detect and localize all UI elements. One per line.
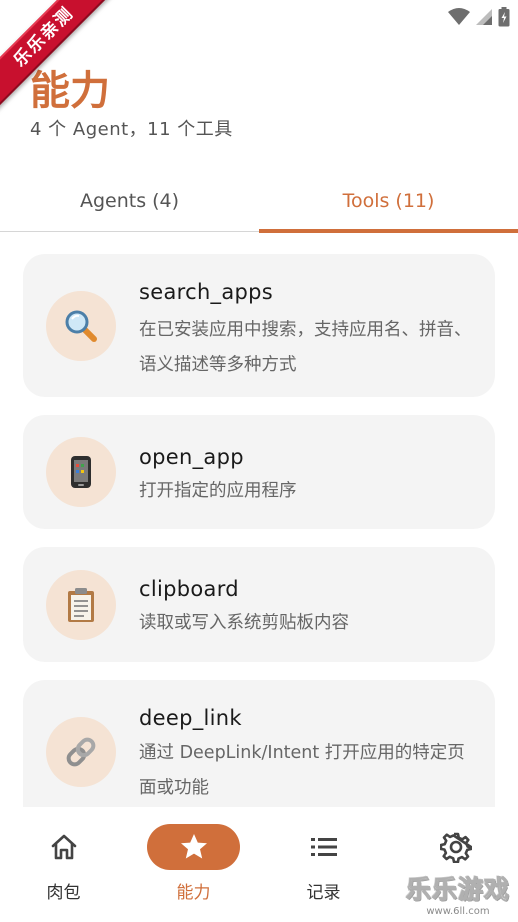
corner-ribbon: 乐乐亲测	[0, 0, 120, 120]
ribbon-text: 乐乐亲测	[10, 3, 78, 71]
nav-label: 记录	[306, 883, 341, 903]
tool-name: deep_link	[139, 706, 242, 730]
tool-card-search-apps[interactable]: search_apps 在已安装应用中搜索，支持应用名、拼音、语义描述等多种方式	[23, 254, 495, 397]
bottom-navigation: 肉包 能力 记录 乐乐游戏 www.6ll.com	[0, 807, 518, 922]
nav-pill	[409, 824, 502, 870]
tab-tools[interactable]: Tools (11)	[259, 170, 518, 233]
watermark-text: 乐乐游戏	[405, 875, 510, 905]
site-watermark: 乐乐游戏 www.6ll.com	[398, 874, 518, 922]
nav-item-roubao[interactable]: 肉包	[0, 823, 130, 913]
gear-icon	[439, 832, 472, 863]
tool-description: 通过 DeepLink/Intent 打开应用的特定页面或功能	[139, 743, 465, 798]
nav-label: 能力	[176, 883, 211, 903]
tab-agents[interactable]: Agents (4)	[0, 170, 259, 231]
phone-icon	[46, 437, 116, 507]
nav-pill	[17, 824, 110, 870]
tab-bar: Agents (4) Tools (11)	[0, 170, 518, 233]
wifi-icon	[448, 8, 470, 25]
ribbon-band: 乐乐亲测	[0, 0, 120, 113]
tool-card-deep-link[interactable]: deep_link 通过 DeepLink/Intent 打开应用的特定页面或功…	[23, 680, 495, 807]
nav-label: 肉包	[46, 883, 81, 903]
tool-card-clipboard[interactable]: clipboard 读取或写入系统剪贴板内容	[23, 547, 495, 662]
nav-pill	[277, 824, 370, 870]
list-icon	[310, 838, 337, 856]
signal-icon	[476, 9, 492, 25]
status-icons	[448, 7, 510, 27]
nav-pill-active	[147, 824, 240, 870]
tool-name: clipboard	[139, 577, 239, 601]
tool-description: 在已安装应用中搜索，支持应用名、拼音、语义描述等多种方式	[139, 320, 472, 375]
tool-description: 读取或写入系统剪贴板内容	[139, 613, 349, 633]
tool-name: open_app	[139, 445, 244, 469]
battery-icon	[498, 7, 510, 27]
star-icon	[180, 834, 207, 859]
home-icon	[51, 834, 76, 860]
clipboard-icon	[46, 570, 116, 640]
nav-item-records[interactable]: 记录	[260, 823, 390, 913]
tool-name: search_apps	[139, 280, 274, 304]
nav-item-capabilities[interactable]: 能力	[130, 823, 260, 913]
tool-card-open-app[interactable]: open_app 打开指定的应用程序	[23, 415, 495, 529]
link-icon	[46, 717, 116, 787]
watermark-url: www.6ll.com	[426, 906, 490, 917]
tool-description: 打开指定的应用程序	[139, 481, 297, 501]
tools-list[interactable]: search_apps 在已安装应用中搜索，支持应用名、拼音、语义描述等多种方式…	[0, 232, 518, 807]
magnifier-icon	[46, 291, 116, 361]
